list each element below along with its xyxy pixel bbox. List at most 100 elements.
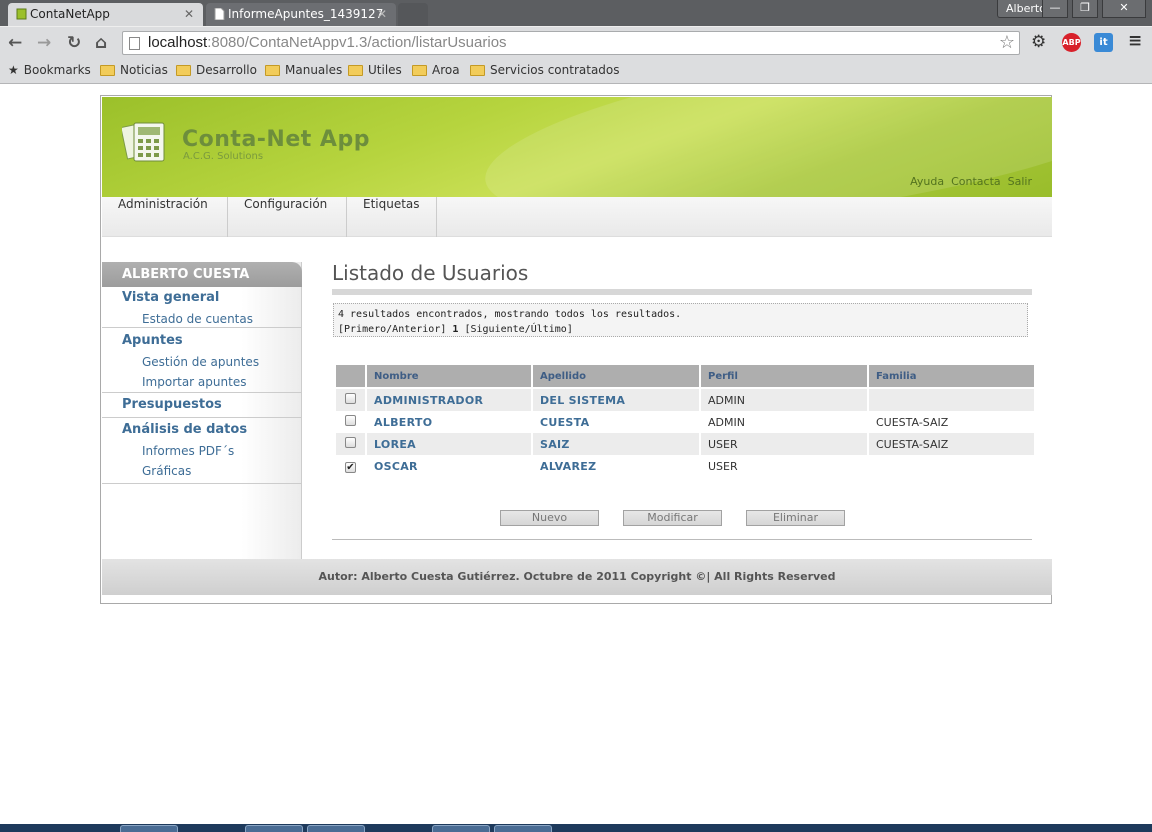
page-title: Listado de Usuarios bbox=[332, 261, 529, 285]
it-extension-icon[interactable]: it bbox=[1094, 33, 1113, 52]
address-bar[interactable]: localhost:8080/ContaNetAppv1.3/action/li… bbox=[122, 31, 1020, 55]
sidebar: ALBERTO CUESTA Vista general Estado de c… bbox=[102, 262, 302, 559]
nuevo-button[interactable]: Nuevo bbox=[500, 510, 599, 526]
menu-administracion[interactable]: Administración bbox=[102, 197, 228, 237]
cell-familia: CUESTA-SAIZ bbox=[869, 433, 1034, 455]
column-header-familia[interactable]: Familia bbox=[869, 365, 1034, 389]
home-icon[interactable]: ⌂ bbox=[95, 33, 107, 53]
forward-arrow-icon[interactable]: → bbox=[37, 33, 51, 53]
row-select-cell bbox=[336, 433, 365, 455]
sidebar-item-gestion-apuntes[interactable]: Gestión de apuntes bbox=[102, 352, 302, 372]
cell-nombre[interactable]: ALBERTO bbox=[367, 411, 531, 433]
bookmark-star-icon[interactable]: ☆ bbox=[999, 32, 1015, 53]
taskbar-item[interactable] bbox=[494, 825, 552, 832]
folder-icon bbox=[265, 64, 280, 76]
cell-familia: CUESTA-SAIZ bbox=[869, 411, 1034, 433]
column-header-apellido[interactable]: Apellido bbox=[533, 365, 699, 389]
bookmark-folder[interactable]: Noticias bbox=[100, 63, 168, 77]
column-header-perfil[interactable]: Perfil bbox=[701, 365, 867, 389]
reload-icon[interactable]: ↻ bbox=[67, 33, 81, 53]
new-tab-button[interactable] bbox=[398, 3, 428, 26]
bookmark-folder[interactable]: Manuales bbox=[265, 63, 342, 77]
url-text[interactable]: localhost:8080/ContaNetAppv1.3/action/li… bbox=[148, 34, 507, 51]
cell-apellido[interactable]: ALVAREZ bbox=[533, 455, 699, 477]
main-menu: Administración Configuración Etiquetas bbox=[102, 197, 1052, 237]
sidebar-item-graficas[interactable]: Gráficas bbox=[102, 461, 302, 481]
close-tab-icon[interactable]: ✕ bbox=[184, 3, 194, 25]
cell-perfil: USER bbox=[701, 455, 867, 477]
cell-nombre[interactable]: LOREA bbox=[367, 433, 531, 455]
row-checkbox[interactable] bbox=[345, 415, 356, 426]
pager-next-link[interactable]: [Siguiente/Último] bbox=[464, 324, 572, 335]
row-select-cell bbox=[336, 411, 365, 433]
column-header-select bbox=[336, 365, 365, 389]
taskbar-item[interactable] bbox=[120, 825, 178, 832]
sidebar-user-header: ALBERTO CUESTA bbox=[102, 262, 302, 287]
browser-chrome: ContaNetApp ✕ InformeApuntes_1439127 ✕ A… bbox=[0, 0, 1152, 84]
help-link[interactable]: Ayuda bbox=[910, 175, 944, 188]
tab-informe[interactable]: InformeApuntes_1439127 ✕ bbox=[206, 3, 396, 26]
folder-icon bbox=[100, 64, 115, 76]
bookmark-folder[interactable]: Utiles bbox=[348, 63, 402, 77]
sidebar-item-apuntes[interactable]: Apuntes bbox=[102, 330, 302, 352]
adblock-icon[interactable]: ABP bbox=[1062, 33, 1081, 52]
taskbar-item[interactable] bbox=[307, 825, 365, 832]
row-checkbox[interactable] bbox=[345, 393, 356, 404]
close-tab-icon[interactable]: ✕ bbox=[377, 3, 387, 25]
menu-etiquetas[interactable]: Etiquetas bbox=[347, 197, 437, 237]
row-checkbox-checked[interactable]: ✔ bbox=[345, 461, 356, 473]
pager: [Primero/Anterior] 1 [Siguiente/Último] bbox=[338, 322, 1023, 337]
sidebar-group-presupuestos: Presupuestos bbox=[102, 393, 302, 418]
results-count: 4 resultados encontrados, mostrando todo… bbox=[338, 309, 682, 320]
page-icon bbox=[129, 37, 140, 50]
bookmarks-button[interactable]: ★ Bookmarks bbox=[8, 63, 91, 77]
sidebar-item-estado-cuentas[interactable]: Estado de cuentas bbox=[102, 309, 302, 329]
column-header-nombre[interactable]: Nombre bbox=[367, 365, 531, 389]
row-checkbox[interactable] bbox=[345, 437, 356, 448]
sidebar-item-informes-pdf[interactable]: Informes PDF´s bbox=[102, 441, 302, 461]
pager-prev-link[interactable]: [Primero/Anterior] bbox=[338, 324, 446, 335]
bookmark-folder[interactable]: Servicios contratados bbox=[470, 63, 620, 77]
sidebar-group-analisis: Análisis de datos Informes PDF´s Gráfica… bbox=[102, 418, 302, 484]
cell-perfil: ADMIN bbox=[701, 411, 867, 433]
back-arrow-icon[interactable]: ← bbox=[8, 33, 22, 53]
bookmark-folder[interactable]: Aroa bbox=[412, 63, 460, 77]
bookmark-folder[interactable]: Desarrollo bbox=[176, 63, 257, 77]
document-icon bbox=[214, 8, 225, 20]
menu-icon[interactable]: ≡ bbox=[1128, 31, 1142, 51]
app-subtitle: A.C.G. Solutions bbox=[183, 151, 264, 162]
table-row: ALBERTO CUESTA ADMIN CUESTA-SAIZ bbox=[336, 411, 1034, 433]
logout-link[interactable]: Salir bbox=[1008, 175, 1032, 188]
tab-contanetapp[interactable]: ContaNetApp ✕ bbox=[8, 3, 203, 26]
cell-apellido[interactable]: SAIZ bbox=[533, 433, 699, 455]
modificar-button[interactable]: Modificar bbox=[623, 510, 722, 526]
sidebar-item-vista-general[interactable]: Vista general bbox=[102, 287, 302, 309]
table-row: ✔ OSCAR ALVAREZ USER bbox=[336, 455, 1034, 477]
cell-familia bbox=[869, 455, 1034, 477]
sidebar-group-vista-general: Vista general Estado de cuentas bbox=[102, 287, 302, 328]
sidebar-item-importar-apuntes[interactable]: Importar apuntes bbox=[102, 372, 302, 392]
bookmarks-bar: ★ Bookmarks Noticias Desarrollo Manuales … bbox=[0, 58, 1152, 84]
taskbar-item[interactable] bbox=[245, 825, 303, 832]
cell-nombre[interactable]: OSCAR bbox=[367, 455, 531, 477]
restore-icon[interactable]: ❐ bbox=[1072, 0, 1098, 18]
taskbar-item[interactable] bbox=[432, 825, 490, 832]
title-divider bbox=[332, 289, 1032, 295]
table-header-row: Nombre Apellido Perfil Familia bbox=[336, 365, 1034, 389]
contact-link[interactable]: Contacta bbox=[951, 175, 1001, 188]
tab-title: InformeApuntes_1439127 bbox=[228, 7, 384, 21]
settings-gear-icon[interactable]: ⚙ bbox=[1031, 32, 1046, 52]
app-header: Conta-Net App A.C.G. Solutions Ayuda Con… bbox=[102, 97, 1052, 197]
minimize-icon[interactable]: — bbox=[1042, 0, 1068, 18]
eliminar-button[interactable]: Eliminar bbox=[746, 510, 845, 526]
cell-apellido[interactable]: CUESTA bbox=[533, 411, 699, 433]
cell-nombre[interactable]: ADMINISTRADOR bbox=[367, 389, 531, 411]
menu-configuracion[interactable]: Configuración bbox=[228, 197, 347, 237]
sidebar-item-analisis-datos[interactable]: Análisis de datos bbox=[102, 419, 302, 441]
cell-apellido[interactable]: DEL SISTEMA bbox=[533, 389, 699, 411]
window-controls: — ❐ ✕ bbox=[1042, 0, 1146, 18]
app-favicon-icon bbox=[16, 8, 27, 20]
window-close-icon[interactable]: ✕ bbox=[1102, 0, 1146, 18]
app-title: Conta-Net App bbox=[182, 127, 370, 152]
sidebar-item-presupuestos[interactable]: Presupuestos bbox=[102, 394, 302, 416]
